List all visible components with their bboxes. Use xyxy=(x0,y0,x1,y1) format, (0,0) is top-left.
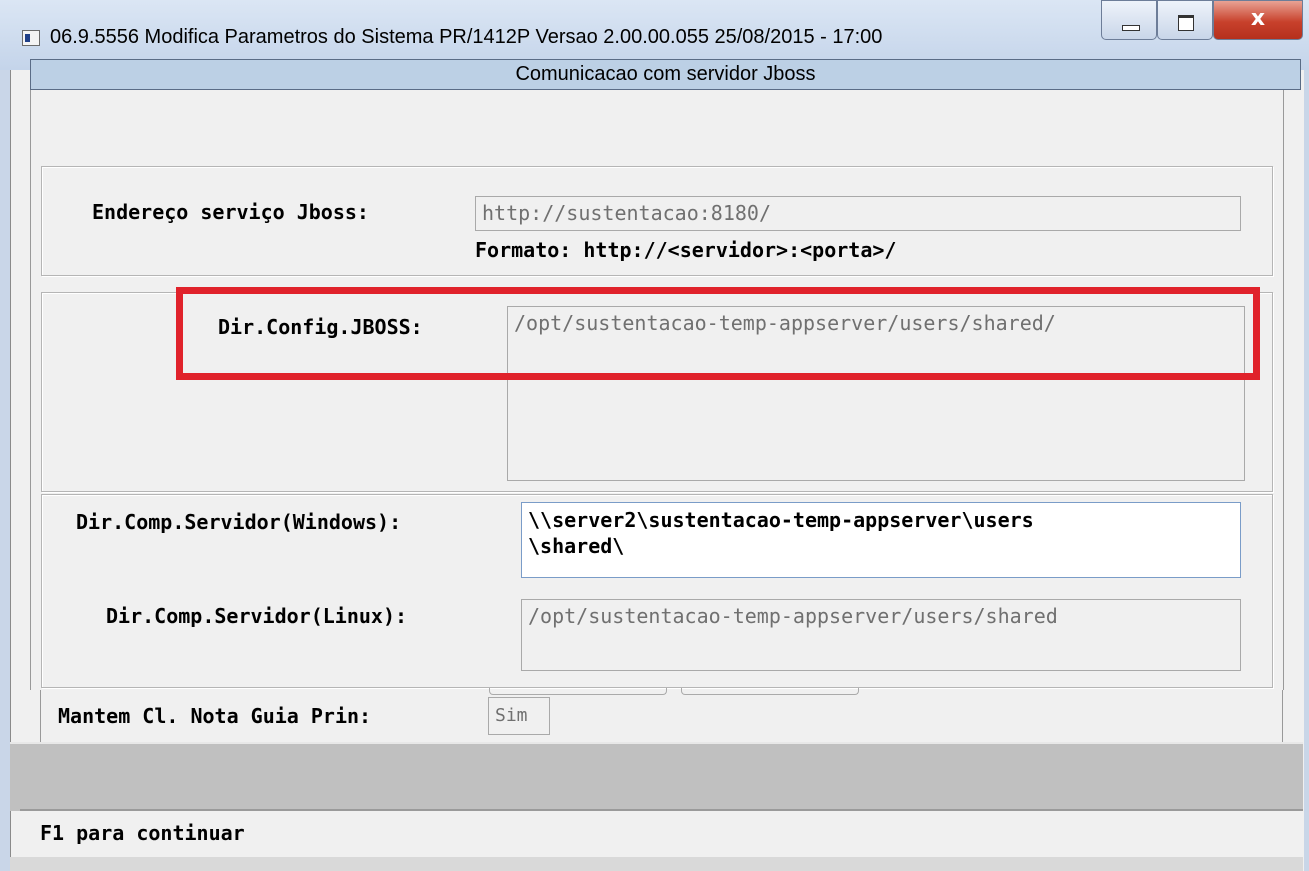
shared-linux-field[interactable]: /opt/sustentacao-temp-appserver/users/sh… xyxy=(521,599,1241,671)
maximize-button[interactable] xyxy=(1157,0,1213,40)
window-bottom-edge xyxy=(10,857,1303,871)
jboss-address-label: Endereço serviço Jboss: xyxy=(92,200,369,224)
shared-windows-field[interactable]: \\server2\sustentacao-temp-appserver\use… xyxy=(521,502,1241,578)
close-button[interactable]: x xyxy=(1213,0,1303,40)
status-bar: F1 para continuar xyxy=(20,809,1303,857)
hidden-button-edge xyxy=(681,688,859,695)
minimize-button[interactable] xyxy=(1101,0,1157,40)
dialog-header: Comunicacao com servidor Jboss xyxy=(30,59,1301,90)
app-icon[interactable] xyxy=(22,30,40,46)
mantem-nota-field[interactable]: Sim xyxy=(488,697,550,735)
shared-windows-label: Dir.Comp.Servidor(Windows): xyxy=(76,510,402,534)
hidden-button-edge xyxy=(489,688,667,695)
window-title: 06.9.5556 Modifica Parametros do Sistema… xyxy=(50,26,883,48)
application-window: 06.9.5556 Modifica Parametros do Sistema… xyxy=(0,0,1309,871)
format-hint: Formato: http://<servidor>:<porta>/ xyxy=(475,238,897,262)
close-icon: x xyxy=(1250,6,1266,31)
minimize-icon xyxy=(1122,25,1140,31)
maximize-icon xyxy=(1178,15,1194,31)
mantem-nota-label: Mantem Cl. Nota Guia Prin: xyxy=(58,704,372,728)
shared-linux-label: Dir.Comp.Servidor(Linux): xyxy=(106,604,408,628)
status-message: F1 para continuar xyxy=(40,821,245,845)
highlight-box xyxy=(176,287,1260,380)
gray-band xyxy=(10,742,1303,811)
jboss-address-field[interactable]: http://sustentacao:8180/ xyxy=(475,196,1241,231)
